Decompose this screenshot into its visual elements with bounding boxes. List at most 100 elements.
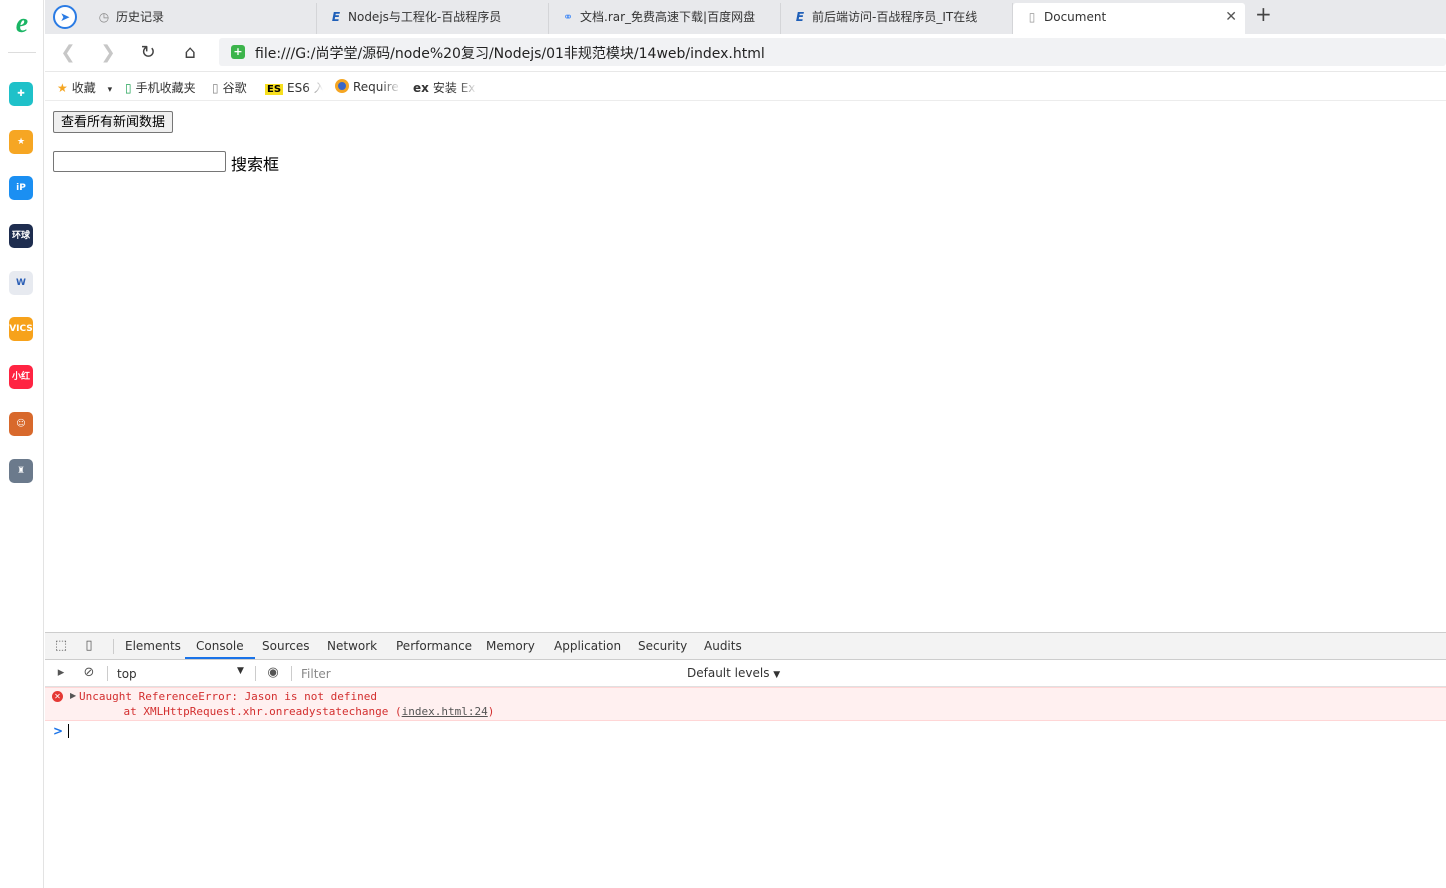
p-app-icon[interactable]: iP [9,176,33,200]
bookmark-label: 安装 Ex [432,81,476,95]
devtools-tab-security[interactable]: Security [638,633,687,659]
news-app-icon[interactable]: 环球 [9,224,33,248]
devtools-tab-memory[interactable]: Memory [486,633,535,659]
favorites-app-icon[interactable]: ★ [9,130,33,154]
es-icon: ES [265,84,284,95]
url-text[interactable]: file:///G:/尚学堂/源码/node%20复习/Nodejs/01非规范… [255,43,765,63]
phone-icon: ▯ [125,81,132,95]
devtools-tab-audits[interactable]: Audits [704,633,742,659]
back-icon[interactable]: ❮ [55,40,81,66]
console-error-message[interactable]: ✕ ▶ Uncaught ReferenceError: Jason is no… [45,687,1446,721]
xiaohongshu-app-icon[interactable]: 小红书 [9,365,33,389]
chevron-down-icon: ▼ [773,670,781,680]
bookmark-mobile[interactable]: ▯ 手机收藏夹 [125,79,196,96]
tab-history[interactable]: ◷ 历史记录 [85,3,317,34]
console-toolbar: ▸ ⊘ top ▼ ◉ Default levels ▼ [45,660,1446,687]
devtools-tab-application[interactable]: Application [554,633,621,659]
tab-label: Nodejs与工程化-百战程序员 [348,10,502,24]
page-icon: ▯ [212,81,219,95]
chevron-down-icon[interactable]: ▼ [237,666,244,676]
security-shield-icon[interactable]: + [231,45,245,59]
devtools-tab-console[interactable]: Console [185,633,255,659]
view-all-news-button[interactable]: 查看所有新闻数据 [53,111,174,133]
browser-logo-icon[interactable]: e [8,10,36,38]
stack-suffix: ) [487,705,495,718]
device-toolbar-icon[interactable]: ▯ [81,638,97,654]
tab-nodejs[interactable]: E Nodejs与工程化-百战程序员 [317,3,549,34]
tab-frontend-backend[interactable]: E 前后端访问-百战程序员_IT在线 [781,3,1013,34]
game-app-icon[interactable]: VICS [9,317,33,341]
requirejs-icon [335,79,349,93]
devtools-tab-sources[interactable]: Sources [262,633,309,659]
inspect-element-icon[interactable]: ⬚ [53,638,69,654]
eye-icon[interactable]: ◉ [265,665,281,681]
history-icon: ◷ [98,10,110,24]
bookmark-label: 手机收藏夹 [135,81,196,95]
tab-label: 历史记录 [116,10,165,24]
new-tab-icon[interactable]: + [1255,2,1272,26]
tab-baidu-pan[interactable]: ⚭ 文档.rar_免费高速下载|百度网盘 [549,3,781,34]
word-app-icon[interactable]: W [9,271,33,295]
bz-icon: E [795,10,805,24]
stack-prefix: at XMLHttpRequest.xhr.onreadystatechange… [97,705,402,718]
log-levels-dropdown[interactable]: Default levels ▼ [687,666,780,680]
devtools-tab-elements[interactable]: Elements [125,633,181,659]
address-bar[interactable]: + file:///G:/尚学堂/源码/node%20复习/Nodejs/01非… [219,38,1446,66]
bookmark-label: Require [353,80,399,94]
bookmark-label: ES6 入 [287,81,323,95]
devtools-tab-bar: ⬚ ▯ Elements Console Sources Network Perform… [45,633,1446,660]
plus-app-icon[interactable]: ✚ [9,82,33,106]
error-icon: ✕ [52,691,63,702]
devtools-panel: ⬚ ▯ Elements Console Sources Network Perform… [45,632,1446,888]
bookmark-google[interactable]: ▯ 谷歌 [212,79,247,96]
toolbar-divider [255,666,256,681]
devtools-tab-network[interactable]: Network [327,633,377,659]
character-app-icon[interactable]: ☺ [9,412,33,436]
star-icon: ★ [57,81,68,95]
page-content: 查看所有新闻数据 搜索框 [45,101,1446,632]
bookmark-label: 谷歌 [222,81,247,95]
tab-label: 文档.rar_免费高速下载|百度网盘 [580,10,756,24]
sidebar-divider [8,52,36,53]
error-text: Uncaught ReferenceError: Jason is not de… [79,690,378,703]
context-select[interactable]: top [117,667,137,681]
express-icon: ex [413,81,429,95]
bookmarks-bar: ★ 收藏 ▾ ▯ 手机收藏夹 ▯ 谷歌 ES ES6 入 Require ex 安装 Ex [45,73,1446,101]
bookmark-es6[interactable]: ES ES6 入 [265,79,323,96]
chevron-down-icon[interactable]: ▾ [108,85,113,95]
tab-label: Document [1044,10,1107,24]
bookmark-label: 收藏 [71,81,96,95]
address-toolbar: ❮ ❯ ↻ ⌂ + file:///G:/尚学堂/源码/node%20复习/No… [45,34,1446,72]
forward-icon[interactable]: ❯ [95,40,121,66]
tab-bar: ➤ ◷ 历史记录 E Nodejs与工程化-百战程序员 ⚭ 文档.rar_免费高速下载… [45,0,1446,34]
console-input-caret[interactable] [68,724,69,738]
console-prompt-icon: > [53,724,64,738]
tab-label: 前后端访问-百战程序员_IT在线 [812,10,978,24]
filter-input[interactable] [297,664,679,683]
close-icon[interactable]: ✕ [1225,3,1237,31]
search-input[interactable] [53,151,226,172]
pubg-app-icon[interactable]: ♜ [9,459,33,483]
app-sidebar: e ✚ ★ iP 环球 W VICS 小红书 ☺ ♜ [0,0,44,888]
reload-icon[interactable]: ↻ [135,40,161,66]
baidu-pan-icon: ⚭ [562,10,574,24]
expand-triangle-icon[interactable]: ▶ [70,691,76,700]
log-levels-label: Default levels [687,666,770,680]
tab-document[interactable]: ▯ Document ✕ [1013,3,1245,34]
search-label: 搜索框 [231,155,280,174]
error-stack: at XMLHttpRequest.xhr.onreadystatechange… [97,705,494,718]
bookmark-express[interactable]: ex 安装 Ex [413,79,477,96]
toolbar-divider [291,666,292,681]
clear-console-icon[interactable]: ⊘ [81,665,97,681]
toolbar-divider [113,639,114,654]
source-link[interactable]: index.html:24 [402,705,488,718]
toolbar-divider [107,666,108,681]
sidebar-toggle-icon[interactable]: ▸ [53,665,69,681]
navigation-icon[interactable]: ➤ [53,5,77,29]
document-icon: ▯ [1028,10,1036,24]
bz-icon: E [331,10,341,24]
home-icon[interactable]: ⌂ [177,40,203,66]
bookmark-favorites[interactable]: ★ 收藏 ▾ [57,79,112,96]
bookmark-require[interactable]: Require [335,79,401,94]
devtools-tab-performance[interactable]: Performance [396,633,472,659]
